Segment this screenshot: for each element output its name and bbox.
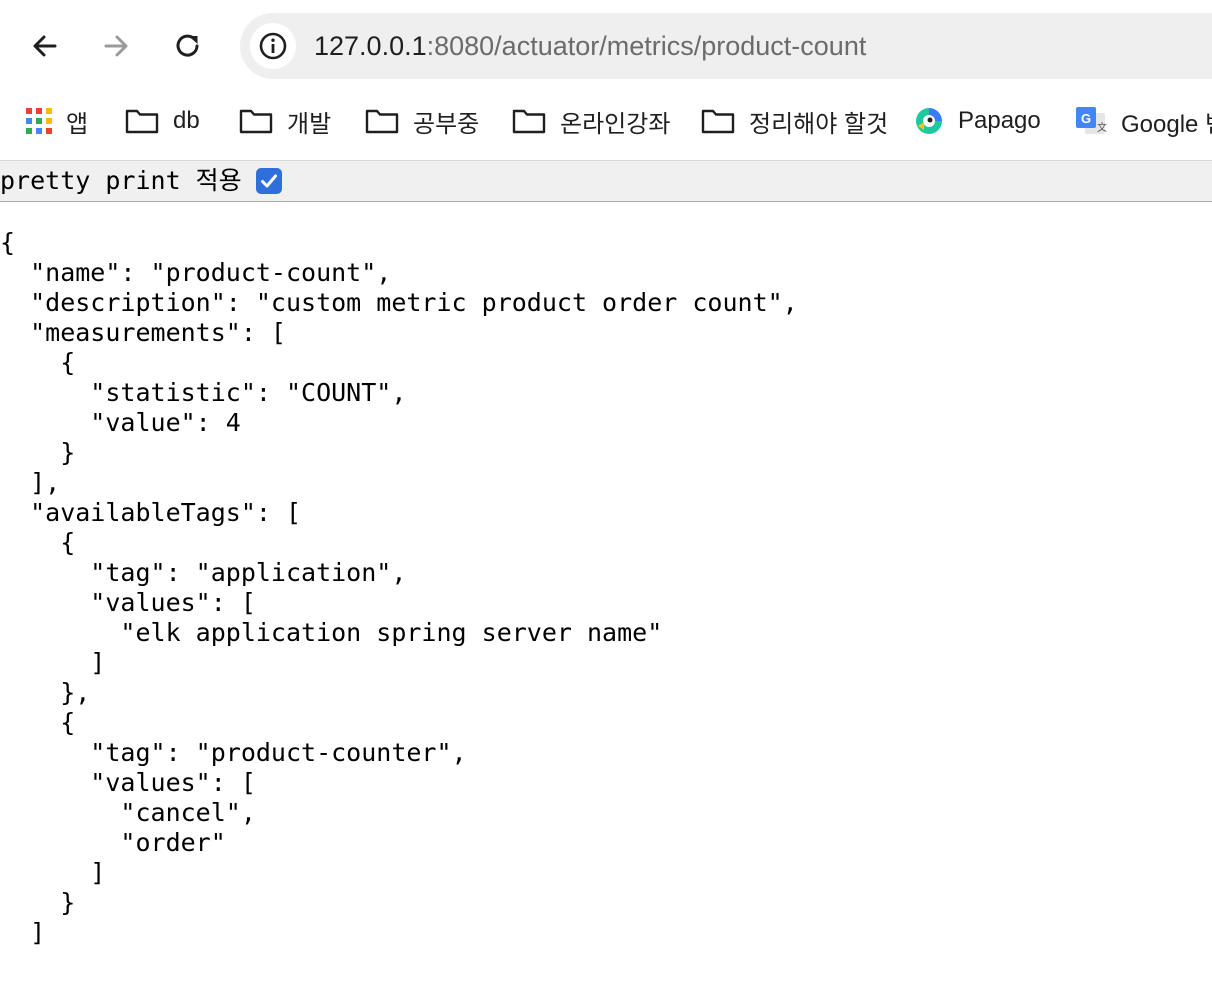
pretty-print-checkbox[interactable] (256, 168, 282, 194)
json-line: "values": [ (0, 768, 256, 797)
json-line: "cancel", (0, 798, 256, 827)
bookmark-label: Google 번 (1121, 110, 1212, 138)
url-path: :8080/actuator/metrics/product-count (426, 31, 867, 61)
google-translate-icon: G 文 (1075, 106, 1107, 136)
bookmark-label: 공부중 (413, 110, 480, 138)
json-line: { (0, 708, 76, 737)
reload-icon (176, 34, 199, 57)
arrow-left-icon (33, 35, 57, 57)
json-line: } (0, 438, 76, 467)
arrow-right-icon (104, 35, 128, 57)
back-button[interactable] (21, 22, 69, 70)
json-line: "elk application spring server name" (0, 618, 663, 647)
bookmark-folder-studying[interactable]: 공부중 (365, 92, 479, 150)
json-line: }, (0, 678, 91, 707)
pretty-print-label: pretty print 적용 (0, 166, 242, 195)
json-line: "statistic": "COUNT", (0, 378, 407, 407)
bookmark-label: 정리해야 할것 (749, 110, 889, 138)
url-text: 127.0.0.1:8080/actuator/metrics/product-… (314, 13, 866, 79)
address-bar[interactable]: 127.0.0.1:8080/actuator/metrics/product-… (240, 13, 1212, 79)
bookmark-label: 앱 (66, 110, 89, 138)
bookmark-folder-to-organize[interactable]: 정리해야 할것 (701, 92, 888, 150)
apps-grid-icon (26, 108, 52, 134)
bookmark-folder-db[interactable]: db (125, 92, 200, 150)
browser-toolbar: 127.0.0.1:8080/actuator/metrics/product-… (0, 0, 1212, 92)
folder-icon (512, 108, 546, 134)
json-line: "availableTags": [ (0, 498, 302, 527)
json-line: "name": "product-count", (0, 258, 392, 287)
json-line: "values": [ (0, 588, 256, 617)
papago-icon (914, 106, 944, 136)
reload-button[interactable] (164, 22, 212, 70)
bookmark-label: Papago (958, 107, 1041, 134)
forward-button[interactable] (92, 22, 140, 70)
bookmark-google-translate[interactable]: G 文 Google 번 (1075, 92, 1212, 150)
json-line: "order" (0, 828, 226, 857)
checkmark-icon (261, 174, 277, 188)
bookmark-apps[interactable]: 앱 (26, 92, 88, 150)
json-line: } (0, 888, 76, 917)
pretty-print-bar: pretty print 적용 (0, 160, 1212, 202)
json-line: ] (0, 918, 46, 947)
json-line: "description": "custom metric product or… (0, 288, 798, 317)
folder-icon (365, 108, 399, 134)
json-line: ] (0, 648, 106, 677)
site-info-button[interactable] (250, 23, 296, 69)
folder-icon (125, 108, 159, 134)
bookmark-label: db (173, 107, 200, 134)
svg-text:G: G (1081, 111, 1091, 126)
json-line: { (0, 348, 76, 377)
json-content: { "name": "product-count", "description"… (0, 228, 798, 948)
json-line: { (0, 528, 76, 557)
bookmark-folder-online-courses[interactable]: 온라인강좌 (512, 92, 670, 150)
json-line: "tag": "product-counter", (0, 738, 467, 767)
json-line: "tag": "application", (0, 558, 407, 587)
bookmark-label: 온라인강좌 (560, 110, 671, 138)
url-host: 127.0.0.1 (314, 31, 427, 61)
json-line: "measurements": [ (0, 318, 286, 347)
bookmark-papago[interactable]: Papago (914, 92, 1041, 150)
bookmark-label: 개발 (287, 110, 332, 138)
json-line: ], (0, 468, 61, 497)
svg-text:文: 文 (1097, 121, 1107, 134)
json-line: { (0, 228, 16, 257)
bookmark-folder-dev[interactable]: 개발 (239, 92, 331, 150)
folder-icon (701, 108, 735, 134)
json-line: "value": 4 (0, 408, 241, 437)
info-icon (259, 32, 287, 60)
json-line: ] (0, 858, 106, 887)
bookmarks-bar: 앱 db 개발 공부중 온라인강좌 정리해야 할것 Papago G 文 Goo… (0, 92, 1212, 150)
folder-icon (239, 108, 273, 134)
